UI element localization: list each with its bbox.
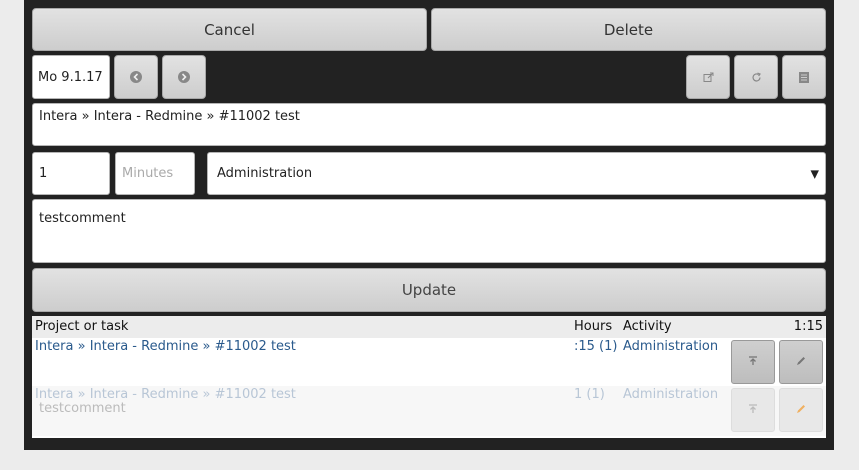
arrow-to-top-icon <box>749 355 757 370</box>
pencil-icon <box>796 403 806 418</box>
header-activity: Activity <box>623 319 672 334</box>
list-item: Intera » Intera - Redmine » #11002 test … <box>32 338 826 386</box>
pencil-icon <box>796 355 806 370</box>
edit-entry-button[interactable] <box>779 340 823 384</box>
refresh-button[interactable] <box>734 55 778 99</box>
update-button[interactable]: Update <box>32 268 826 312</box>
entry-activity: Administration <box>623 387 719 402</box>
header-project: Project or task <box>35 319 129 334</box>
header-hours: Hours <box>574 319 613 334</box>
move-top-button[interactable] <box>731 388 775 432</box>
next-day-button[interactable] <box>162 55 206 99</box>
date-field[interactable]: Mo 9.1.17 <box>32 55 110 99</box>
external-link-icon <box>703 72 714 83</box>
list-header: Project or task Hours Activity 1:15 <box>32 316 826 338</box>
entry-activity: Administration <box>623 339 719 354</box>
task-field[interactable]: Intera » Intera - Redmine » #11002 test <box>32 103 826 146</box>
list-icon <box>799 71 809 83</box>
circle-arrow-left-icon <box>130 71 142 83</box>
entry-comment: testcomment <box>39 401 126 416</box>
refresh-icon <box>751 71 762 83</box>
minutes-field[interactable]: Minutes <box>115 152 195 195</box>
entry-task-link[interactable]: Intera » Intera - Redmine » #11002 test <box>35 339 296 354</box>
time-entries-list: Project or task Hours Activity 1:15 Inte… <box>32 316 826 438</box>
cancel-button[interactable]: Cancel <box>32 8 427 51</box>
hours-field[interactable]: 1 <box>32 152 110 195</box>
move-top-button[interactable] <box>731 340 775 384</box>
activity-selected-value: Administration <box>217 166 313 181</box>
delete-button[interactable]: Delete <box>431 8 826 51</box>
header-total: 1:15 <box>793 319 823 334</box>
entry-hours: 1 (1) <box>574 387 605 402</box>
edit-entry-button[interactable] <box>779 388 823 432</box>
prev-day-button[interactable] <box>114 55 158 99</box>
open-external-button[interactable] <box>686 55 730 99</box>
dropdown-arrow-icon: ▼ <box>810 167 819 180</box>
list-view-button[interactable] <box>782 55 826 99</box>
minutes-placeholder: Minutes <box>122 166 174 181</box>
entry-hours: :15 (1) <box>574 339 618 354</box>
list-item: Intera » Intera - Redmine » #11002 test … <box>32 386 826 436</box>
comment-field[interactable]: testcomment <box>32 199 826 263</box>
entry-task-link[interactable]: Intera » Intera - Redmine » #11002 test <box>35 387 296 402</box>
activity-select[interactable]: Administration ▼ <box>207 152 826 195</box>
circle-arrow-right-icon <box>178 71 190 83</box>
arrow-to-top-icon <box>749 403 757 418</box>
